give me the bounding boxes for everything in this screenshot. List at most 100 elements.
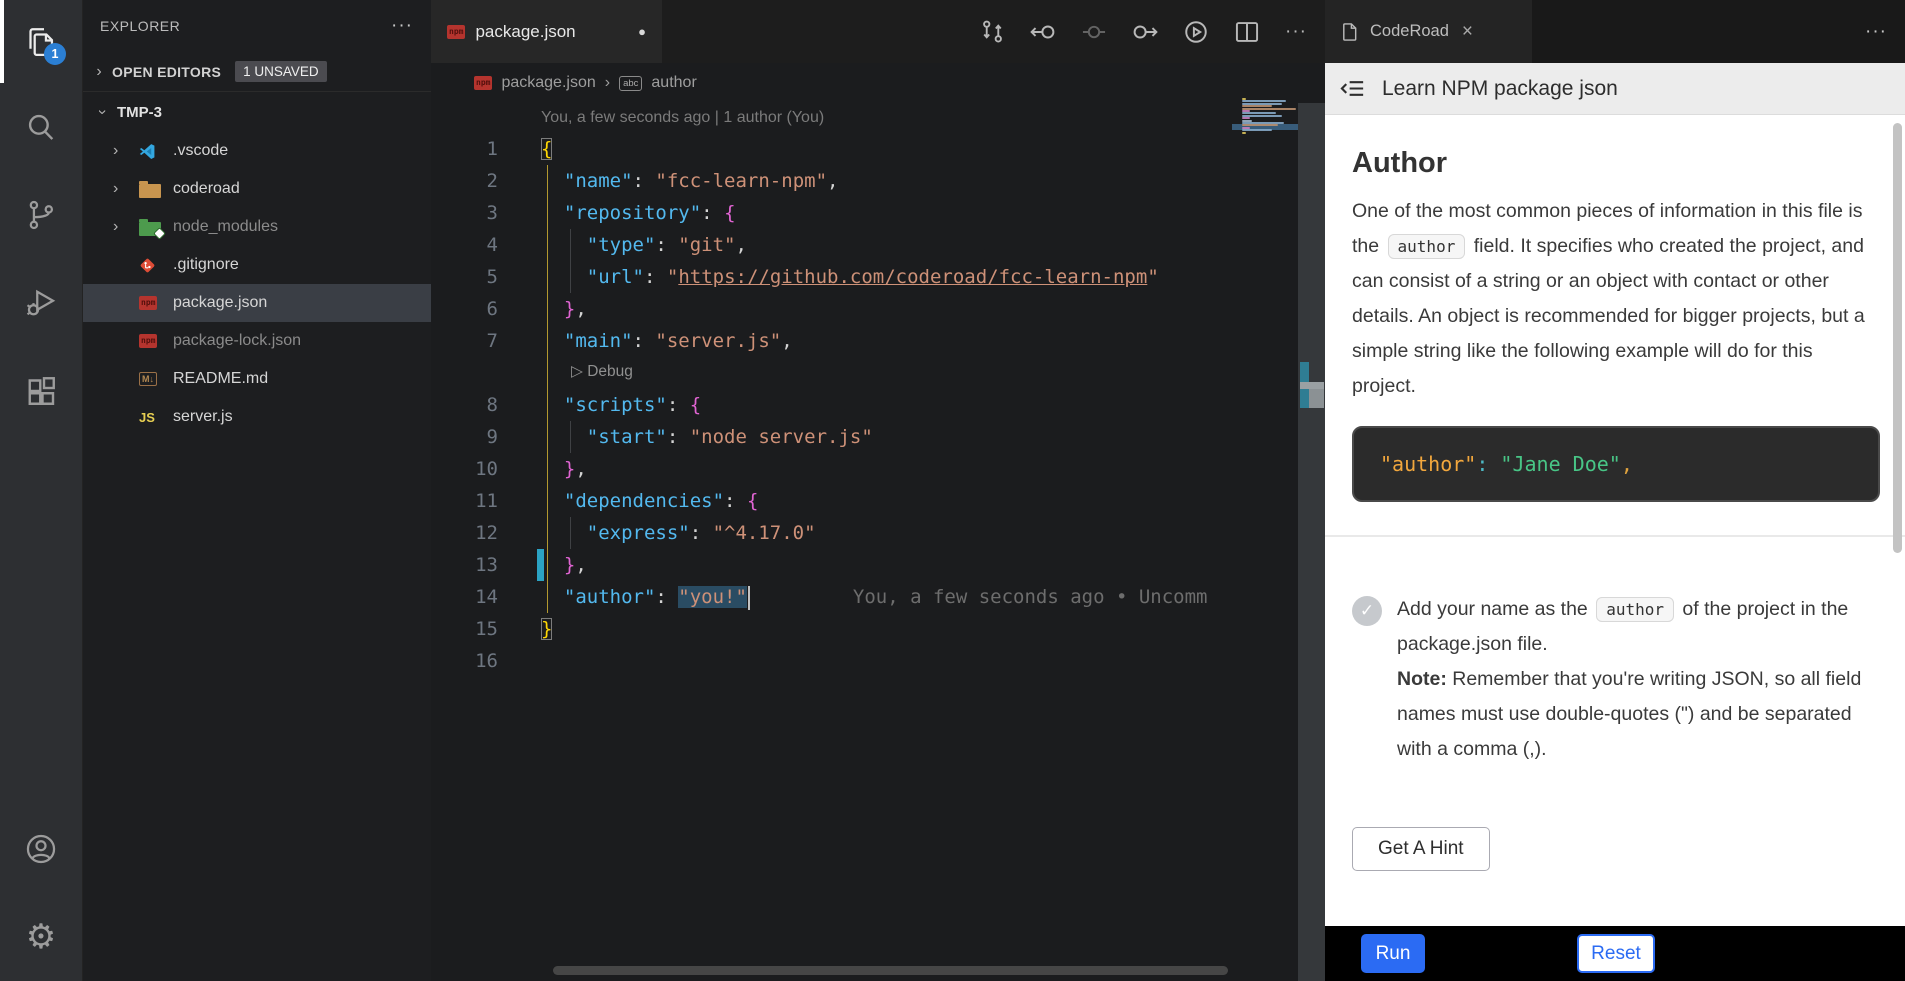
markdown-icon: M↓ xyxy=(139,372,157,386)
coderoad-panel: CodeRoad × ··· Learn NPM package json Au… xyxy=(1325,0,1905,981)
file-label: README.md xyxy=(173,370,268,388)
reset-button[interactable]: Reset xyxy=(1577,934,1655,973)
chevron-down-icon: › xyxy=(93,105,111,119)
file-tree-item-package-lock-json[interactable]: npmpackage-lock.json xyxy=(83,322,431,360)
minimap[interactable] xyxy=(1240,98,1298,144)
account-button[interactable] xyxy=(0,805,82,893)
source-control-activity-button[interactable] xyxy=(0,171,82,259)
panel-more-actions-icon[interactable]: ··· xyxy=(1865,21,1905,43)
task-text: Add your name as the author of the proje… xyxy=(1397,592,1880,767)
code-line-10[interactable]: 10 }, xyxy=(431,453,1228,485)
code-line-6[interactable]: 6 }, xyxy=(431,293,1228,325)
file-tree-item-coderoad[interactable]: ›coderoad xyxy=(83,170,431,208)
close-icon[interactable]: × xyxy=(1462,21,1473,43)
run-debug-icon xyxy=(23,285,59,321)
run-progress-icon[interactable] xyxy=(1183,19,1209,45)
explorer-more-actions-icon[interactable]: ··· xyxy=(391,15,413,37)
minimap-line xyxy=(1242,132,1246,134)
run-button[interactable]: Run xyxy=(1361,934,1425,973)
get-hint-button[interactable]: Get A Hint xyxy=(1352,827,1490,871)
code-line-16[interactable]: 16 xyxy=(431,645,1228,677)
unsaved-count-badge: 1 xyxy=(44,43,66,65)
breadcrumb-symbol[interactable]: author xyxy=(651,74,696,92)
file-tree-item-readme-md[interactable]: M↓ README.md xyxy=(83,360,431,398)
code-line-15[interactable]: 15} xyxy=(431,613,1228,645)
tab-coderoad[interactable]: CodeRoad × xyxy=(1325,0,1532,63)
breadcrumb-file[interactable]: package.json xyxy=(501,74,595,92)
source-control-icon xyxy=(24,198,58,232)
more-actions-icon[interactable]: ··· xyxy=(1285,21,1307,43)
file-tree-item-server-js[interactable]: JSserver.js xyxy=(83,398,431,436)
sash-grip[interactable] xyxy=(1300,382,1324,389)
chevron-right-icon: › xyxy=(113,142,139,160)
file-label: server.js xyxy=(173,408,233,426)
extensions-activity-button[interactable] xyxy=(0,347,82,435)
horizontal-scrollbar[interactable] xyxy=(553,966,1228,975)
indent-guide xyxy=(570,517,571,549)
file-tree-item-node-modules[interactable]: ›node_modules xyxy=(83,208,431,246)
file-tree-item--vscode[interactable]: › .vscode xyxy=(83,132,431,170)
split-editor-icon[interactable] xyxy=(1234,19,1260,45)
code-line-11[interactable]: 11 "dependencies": { xyxy=(431,485,1228,517)
file-label: .vscode xyxy=(173,142,228,160)
file-label: coderoad xyxy=(173,180,240,198)
line-number: 4 xyxy=(431,229,498,261)
run-debug-activity-button[interactable] xyxy=(0,259,82,347)
modified-dot-icon[interactable]: ● xyxy=(638,24,646,39)
tutorial-title: Learn NPM package json xyxy=(1382,77,1618,101)
step-back-icon[interactable] xyxy=(1030,19,1056,45)
md-icon: M↓ xyxy=(139,372,173,386)
modified-line-marker xyxy=(537,549,544,581)
npm-icon: npm xyxy=(139,296,173,310)
code-line-9[interactable]: 9 "start": "node server.js" xyxy=(431,421,1228,453)
panel-footer: Run Reset xyxy=(1325,926,1905,981)
code-line-3[interactable]: 3 "repository": { xyxy=(431,197,1228,229)
step-forward-icon[interactable] xyxy=(1132,19,1158,45)
back-to-list-icon[interactable] xyxy=(1340,75,1367,102)
code-line-5[interactable]: 5 "url": "https://github.com/coderoad/fc… xyxy=(431,261,1228,293)
code-editor[interactable]: You, a few seconds ago | 1 author (You) … xyxy=(431,103,1325,981)
file-label: package.json xyxy=(173,294,267,312)
code-line-7[interactable]: 7 "main": "server.js", xyxy=(431,325,1228,357)
workspace-root-folder[interactable]: › TMP-3 xyxy=(83,92,431,132)
codelens-debug[interactable]: ▷ Debug xyxy=(431,357,1228,389)
chevron-right-icon: › xyxy=(113,218,139,236)
code-line-12[interactable]: 12 "express": "^4.17.0" xyxy=(431,517,1228,549)
editor-tab-bar: npm package.json ● xyxy=(431,0,1325,63)
settings-button[interactable]: ⚙ xyxy=(0,893,82,981)
panel-scrollbar[interactable] xyxy=(1893,123,1902,553)
minimap-line xyxy=(1242,129,1272,131)
open-editors-section[interactable]: › OPEN EDITORS 1 UNSAVED xyxy=(83,52,431,92)
code-line-8[interactable]: 8 "scripts": { xyxy=(431,389,1228,421)
minimap-line xyxy=(1242,105,1272,107)
editor-panel-sash[interactable] xyxy=(1298,103,1325,981)
code-line-2[interactable]: 2 "name": "fcc-learn-npm", xyxy=(431,165,1228,197)
explorer-sidebar: EXPLORER ··· › OPEN EDITORS 1 UNSAVED › … xyxy=(83,0,431,981)
minimap-line xyxy=(1242,108,1296,110)
breadcrumb-separator: › xyxy=(605,74,610,92)
inline-code-chip: author xyxy=(1388,234,1466,259)
code-line-14[interactable]: 14 "author": "you!" You, a few seconds a… xyxy=(431,581,1228,613)
folder-icon xyxy=(139,184,161,198)
compare-changes-icon[interactable] xyxy=(980,19,1005,44)
tab-package-json[interactable]: npm package.json ● xyxy=(431,0,662,63)
gear-icon: ⚙ xyxy=(26,920,56,954)
code-line-4[interactable]: 4 "type": "git", xyxy=(431,229,1228,261)
file-icon xyxy=(1340,21,1359,43)
explorer-activity-button[interactable]: 1 xyxy=(0,0,82,83)
file-tree-item--gitignore[interactable]: .gitignore xyxy=(83,246,431,284)
code-example: "author": "Jane Doe", xyxy=(1352,426,1880,502)
line-number: 9 xyxy=(431,421,498,453)
code-line-1[interactable]: 1{ xyxy=(431,133,1228,165)
file-tree: ›.vscode›coderoad›node_modules.gitignore… xyxy=(83,132,431,436)
account-icon xyxy=(23,831,59,867)
js-icon: JS xyxy=(139,410,173,425)
search-activity-button[interactable] xyxy=(0,83,82,171)
line-content: "repository": { xyxy=(498,197,736,229)
file-tree-item-package-json[interactable]: npmpackage.json xyxy=(83,284,431,322)
line-number: 11 xyxy=(431,485,498,517)
sash-grip-block[interactable] xyxy=(1309,389,1324,408)
reverse-continue-icon[interactable] xyxy=(1081,19,1107,45)
code-line-13[interactable]: 13 }, xyxy=(431,549,1228,581)
npm-icon: npm xyxy=(139,334,173,348)
